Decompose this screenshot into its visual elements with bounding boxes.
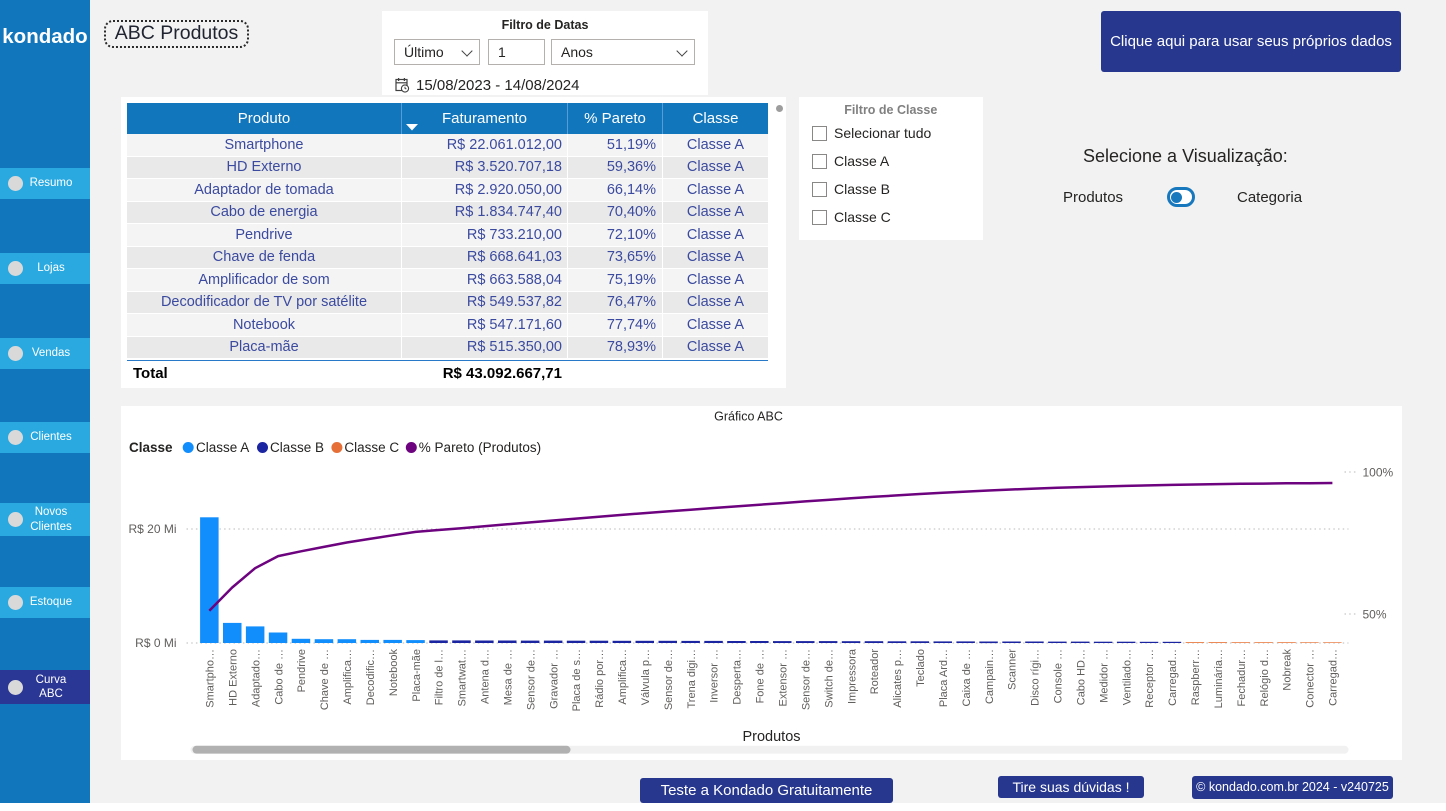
svg-text:Extensor …: Extensor … <box>777 649 789 706</box>
svg-text:Classe A: Classe A <box>196 440 249 455</box>
svg-text:Raspberr…: Raspberr… <box>1190 649 1202 705</box>
svg-text:Decodific…: Decodific… <box>364 649 376 705</box>
svg-text:Campain…: Campain… <box>983 649 995 704</box>
svg-text:Disco rígi…: Disco rígi… <box>1029 649 1041 706</box>
svg-text:Sensor de…: Sensor de… <box>525 649 537 710</box>
svg-text:Rádio por…: Rádio por… <box>594 649 606 708</box>
svg-text:% Pareto (Produtos): % Pareto (Produtos) <box>418 440 540 455</box>
svg-text:Cabo de …: Cabo de … <box>273 649 285 705</box>
svg-text:HD Externo: HD Externo <box>227 649 239 706</box>
svg-text:Alicates p…: Alicates p… <box>892 649 904 708</box>
svg-text:Switch de…: Switch de… <box>823 649 835 708</box>
svg-text:Inversor …: Inversor … <box>708 649 720 703</box>
svg-text:Impressora: Impressora <box>846 648 858 704</box>
svg-text:Smartwat…: Smartwat… <box>456 649 468 706</box>
svg-text:Chave de …: Chave de … <box>319 649 331 710</box>
svg-text:Roteador: Roteador <box>869 649 881 695</box>
svg-text:Scanner: Scanner <box>1006 649 1018 690</box>
svg-text:50%: 50% <box>1362 608 1386 622</box>
svg-text:R$ 0 Mi: R$ 0 Mi <box>135 636 176 650</box>
svg-text:R$ 20 Mi: R$ 20 Mi <box>128 522 176 536</box>
svg-text:Válvula p…: Válvula p… <box>640 649 652 705</box>
svg-text:Nobreak: Nobreak <box>1281 649 1293 691</box>
svg-text:Placa de s…: Placa de s… <box>571 649 583 711</box>
svg-text:Caixa de …: Caixa de … <box>960 649 972 706</box>
svg-text:Desperta…: Desperta… <box>731 649 743 705</box>
svg-text:Placa Ard…: Placa Ard… <box>937 649 949 707</box>
svg-text:Classe C: Classe C <box>344 440 399 455</box>
svg-text:Amplifica…: Amplifica… <box>342 649 354 705</box>
svg-text:Gráfico ABC: Gráfico ABC <box>714 410 783 424</box>
svg-text:Amplifica…: Amplifica… <box>617 649 629 705</box>
svg-text:Filtro de l…: Filtro de l… <box>433 649 445 705</box>
svg-text:Produtos: Produtos <box>742 729 800 745</box>
svg-text:Placa-mãe: Placa-mãe <box>410 649 422 702</box>
svg-text:Carregad…: Carregad… <box>1167 649 1179 706</box>
svg-text:100%: 100% <box>1362 466 1393 480</box>
svg-text:Conector …: Conector … <box>1304 649 1316 708</box>
svg-text:Smartpho…: Smartpho… <box>204 649 216 708</box>
svg-text:Sensor de…: Sensor de… <box>662 649 674 710</box>
svg-text:Ventilado…: Ventilado… <box>1121 649 1133 705</box>
svg-text:Adaptado…: Adaptado… <box>250 649 262 707</box>
svg-text:Sensor de…: Sensor de… <box>800 649 812 710</box>
svg-text:Luminária…: Luminária… <box>1213 649 1225 708</box>
svg-text:Console …: Console … <box>1052 649 1064 703</box>
svg-text:Gravador …: Gravador … <box>548 649 560 709</box>
svg-text:Trena digi…: Trena digi… <box>685 649 697 709</box>
svg-text:Antena d…: Antena d… <box>479 649 491 704</box>
svg-text:Medidor …: Medidor … <box>1098 649 1110 703</box>
svg-text:Pendrive: Pendrive <box>296 649 308 692</box>
svg-text:Classe: Classe <box>129 440 173 455</box>
svg-text:Carregad…: Carregad… <box>1327 649 1339 706</box>
svg-text:Receptor …: Receptor … <box>1144 649 1156 708</box>
svg-text:Notebook: Notebook <box>387 649 399 697</box>
svg-text:Classe B: Classe B <box>270 440 324 455</box>
svg-text:Fechadur…: Fechadur… <box>1235 649 1247 706</box>
svg-text:Fone de …: Fone de … <box>754 649 766 703</box>
svg-text:Relógio d…: Relógio d… <box>1258 649 1270 706</box>
svg-text:Cabo HD…: Cabo HD… <box>1075 649 1087 705</box>
svg-text:Mesa de …: Mesa de … <box>502 649 514 705</box>
svg-text:Teclado: Teclado <box>915 649 927 687</box>
